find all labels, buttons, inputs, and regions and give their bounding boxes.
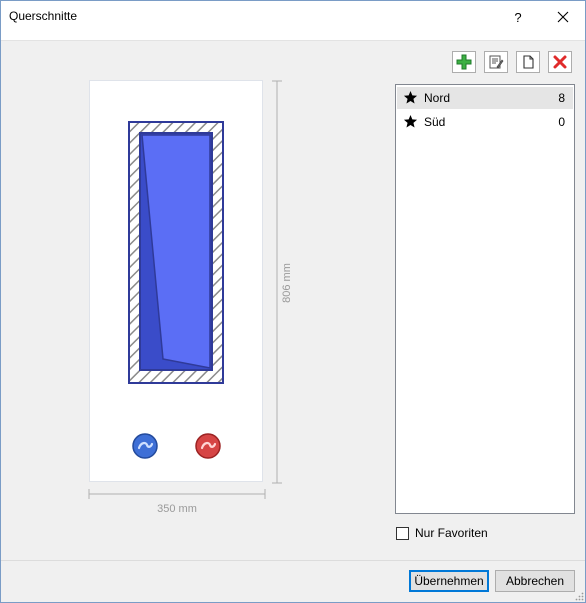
delete-icon [553, 55, 567, 69]
list-item-nord[interactable]: Nord 8 [397, 87, 573, 109]
list-item-sud[interactable]: Süd 0 [397, 111, 573, 133]
favorites-checkbox[interactable] [396, 526, 409, 540]
help-icon: ? [514, 9, 522, 25]
width-dimension-line [88, 489, 266, 499]
copy-button[interactable] [516, 51, 540, 73]
cancel-button[interactable]: Abbrechen [495, 570, 575, 592]
close-icon [557, 11, 569, 23]
list-item-label: Süd [424, 115, 446, 129]
copy-icon [523, 55, 534, 69]
favorites-filter[interactable]: Nur Favoriten [396, 526, 488, 540]
list-item-label: Nord [424, 91, 451, 105]
height-label: 806 mm [281, 263, 293, 303]
add-button[interactable] [452, 51, 476, 73]
edit-button[interactable] [484, 51, 508, 73]
edit-icon [489, 55, 504, 69]
window-title: Querschnitte [9, 9, 78, 23]
width-label: 350 mm [157, 503, 197, 515]
cold-pipe-icon [132, 433, 158, 459]
add-icon [456, 54, 472, 70]
title-bar: Querschnitte ? [1, 1, 585, 31]
apply-button[interactable]: Übernehmen [409, 570, 489, 592]
resize-grip-icon[interactable] [574, 591, 584, 601]
help-button[interactable]: ? [501, 3, 535, 31]
close-button[interactable] [541, 3, 585, 31]
delete-button[interactable] [548, 51, 572, 73]
star-icon [403, 90, 418, 104]
list-item-count: 8 [558, 91, 565, 105]
favorites-label: Nur Favoriten [415, 526, 488, 540]
hot-pipe-icon [195, 433, 221, 459]
window-cross-section-drawing [128, 121, 224, 384]
list-item-count: 0 [558, 115, 565, 129]
star-icon [403, 114, 418, 128]
cross-section-list[interactable]: Nord 8 Süd 0 [395, 84, 575, 514]
